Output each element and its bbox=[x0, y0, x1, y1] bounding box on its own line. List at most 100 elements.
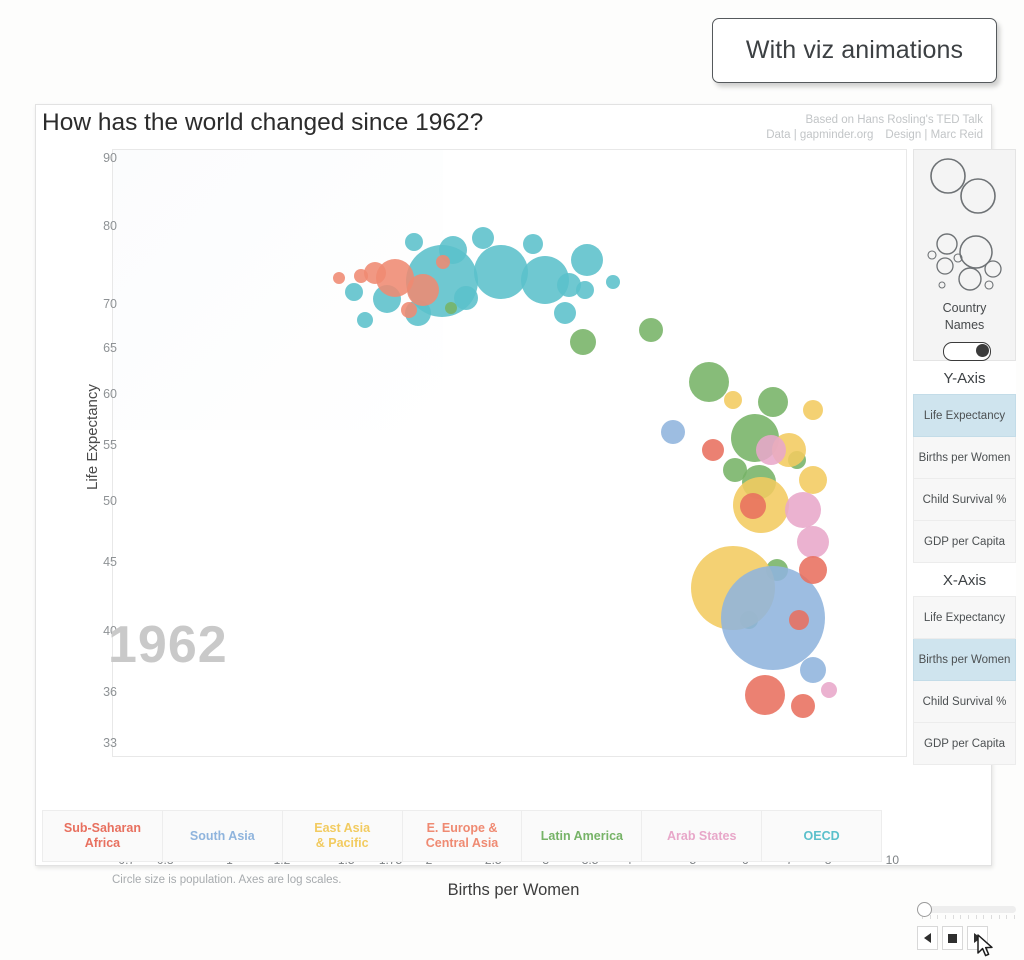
playback-controls bbox=[913, 902, 1018, 957]
credits: Based on Hans Rosling's TED Talk Data | … bbox=[766, 113, 983, 142]
stop-button[interactable] bbox=[942, 926, 963, 950]
legend-item-label: OECD bbox=[803, 828, 840, 843]
bubble-size-legend: Country Names bbox=[913, 149, 1016, 361]
mouse-cursor-icon bbox=[977, 934, 993, 957]
legend-item-label: Latin America bbox=[540, 828, 623, 843]
credits-data-source: Data | gapminder.org bbox=[766, 128, 874, 141]
step-back-button[interactable] bbox=[917, 926, 938, 950]
legend-item-label: Arab States bbox=[666, 828, 737, 843]
bubble-point[interactable] bbox=[401, 302, 417, 318]
bubble-point[interactable] bbox=[785, 492, 821, 528]
bubble-point[interactable] bbox=[454, 286, 478, 310]
timeline-tick bbox=[929, 915, 931, 919]
legend-item-e-europe[interactable]: E. Europe & Central Asia bbox=[403, 811, 523, 861]
bubble-point[interactable] bbox=[758, 387, 788, 417]
legend-item-oecd[interactable]: OECD bbox=[762, 811, 881, 861]
bubble-point[interactable] bbox=[799, 556, 827, 584]
x-axis-option-life-expectancy[interactable]: Life Expectancy bbox=[913, 596, 1016, 639]
bubble-point[interactable] bbox=[803, 400, 823, 420]
y-axis-tick: 65 bbox=[103, 340, 117, 355]
country-names-toggle[interactable] bbox=[943, 342, 991, 361]
y-axis-option-child-survival[interactable]: Child Survival % bbox=[913, 479, 1016, 521]
bubble-point[interactable] bbox=[474, 245, 528, 299]
bubble-point[interactable] bbox=[689, 362, 729, 402]
timeline-tick bbox=[937, 915, 939, 919]
y-axis-option-gdp-per-capita[interactable]: GDP per Capita bbox=[913, 521, 1016, 563]
bubble-point[interactable] bbox=[800, 657, 826, 683]
controls-sidebar: Country Names Y-Axis Life Expectancy Birt… bbox=[913, 149, 1016, 765]
bubble-point[interactable] bbox=[472, 227, 494, 249]
bubble-point[interactable] bbox=[661, 420, 685, 444]
y-axis-tick: 33 bbox=[103, 736, 117, 751]
x-axis-option-list: Life Expectancy Births per Women Child Sur… bbox=[913, 596, 1016, 765]
bubble-point[interactable] bbox=[791, 694, 815, 718]
bubble-point[interactable] bbox=[333, 272, 345, 284]
viz-animations-banner-label: With viz animations bbox=[745, 36, 964, 64]
x-axis-option-gdp-per-capita[interactable]: GDP per Capita bbox=[913, 723, 1016, 765]
bubble-point[interactable] bbox=[740, 493, 766, 519]
timeline-slider-knob[interactable] bbox=[917, 902, 932, 917]
legend-item-label: South Asia bbox=[189, 828, 255, 843]
bubble-point[interactable] bbox=[345, 283, 363, 301]
triangle-left-icon bbox=[924, 933, 931, 943]
bubble-point[interactable] bbox=[799, 466, 827, 494]
timeline-tick bbox=[952, 915, 954, 919]
x-axis-option-child-survival[interactable]: Child Survival % bbox=[913, 681, 1016, 723]
bubble-point[interactable] bbox=[745, 675, 785, 715]
y-axis-option-life-expectancy[interactable]: Life Expectancy bbox=[913, 394, 1016, 437]
bubble-point[interactable] bbox=[357, 312, 373, 328]
bubble-point[interactable] bbox=[523, 234, 543, 254]
scatter-plot-canvas[interactable] bbox=[112, 149, 907, 757]
transport-buttons bbox=[917, 926, 1018, 950]
credits-line1: Based on Hans Rosling's TED Talk bbox=[805, 114, 983, 126]
credits-design: Design | Marc Reid bbox=[885, 128, 983, 141]
chart-footnote: Circle size is population. Axes are log … bbox=[112, 874, 342, 886]
viz-animations-banner: With viz animations bbox=[712, 18, 997, 83]
bubble-point[interactable] bbox=[606, 275, 620, 289]
bubble-point[interactable] bbox=[405, 233, 423, 251]
timeline-tick bbox=[1013, 915, 1015, 919]
timeline-tick bbox=[1006, 915, 1008, 919]
bubble-point[interactable] bbox=[797, 526, 829, 558]
timeline-tick bbox=[967, 915, 969, 919]
x-axis-heading: X-Axis bbox=[913, 563, 1016, 596]
legend-item-east-asia[interactable]: East Asia & Pacific bbox=[283, 811, 403, 861]
y-axis-tick: 36 bbox=[103, 685, 117, 700]
legend-item-south-asia[interactable]: South Asia bbox=[163, 811, 283, 861]
legend-item-sub-saharan[interactable]: Sub-Saharan Africa bbox=[43, 811, 163, 861]
bubble-point[interactable] bbox=[576, 281, 594, 299]
bubble-point[interactable] bbox=[407, 274, 439, 306]
y-axis-tick: 50 bbox=[103, 493, 117, 508]
bubble-point[interactable] bbox=[554, 302, 576, 324]
bubble-point[interactable] bbox=[724, 391, 742, 409]
legend-item-label: E. Europe & Central Asia bbox=[425, 821, 499, 850]
bubble-point[interactable] bbox=[354, 269, 368, 283]
timeline-tick bbox=[990, 915, 992, 919]
timeline-tick bbox=[998, 915, 1000, 919]
legend-item-label: East Asia & Pacific bbox=[314, 821, 371, 850]
bubble-point[interactable] bbox=[570, 329, 596, 355]
year-annotation: 1962 bbox=[108, 616, 228, 674]
y-axis-tick: 70 bbox=[103, 297, 117, 312]
timeline-tick bbox=[944, 915, 946, 919]
y-axis-label: Life Expectancy bbox=[84, 384, 101, 490]
legend-item-latin-america[interactable]: Latin America bbox=[522, 811, 643, 861]
bubble-point[interactable] bbox=[789, 610, 809, 630]
x-axis-option-births-per-women[interactable]: Births per Women bbox=[913, 639, 1016, 681]
bubble-point[interactable] bbox=[821, 682, 837, 698]
bubble-point[interactable] bbox=[436, 255, 450, 269]
bubble-point[interactable] bbox=[756, 435, 786, 465]
bubble-point[interactable] bbox=[571, 244, 603, 276]
dashboard-card: How has the world changed since 1962? Ba… bbox=[35, 104, 1016, 957]
bubble-point[interactable] bbox=[445, 302, 457, 314]
bubble-point[interactable] bbox=[639, 318, 663, 342]
timeline-tick bbox=[960, 915, 962, 919]
bubble-point[interactable] bbox=[702, 439, 724, 461]
legend-item-arab-states[interactable]: Arab States bbox=[642, 811, 763, 861]
y-axis-option-births-per-women[interactable]: Births per Women bbox=[913, 437, 1016, 479]
toggle-knob bbox=[976, 344, 989, 357]
country-names-label: Country Names bbox=[942, 301, 987, 332]
page-title: How has the world changed since 1962? bbox=[42, 109, 484, 136]
timeline-slider[interactable] bbox=[917, 902, 1016, 917]
y-axis-option-list: Life Expectancy Births per Women Child Sur… bbox=[913, 394, 1016, 563]
